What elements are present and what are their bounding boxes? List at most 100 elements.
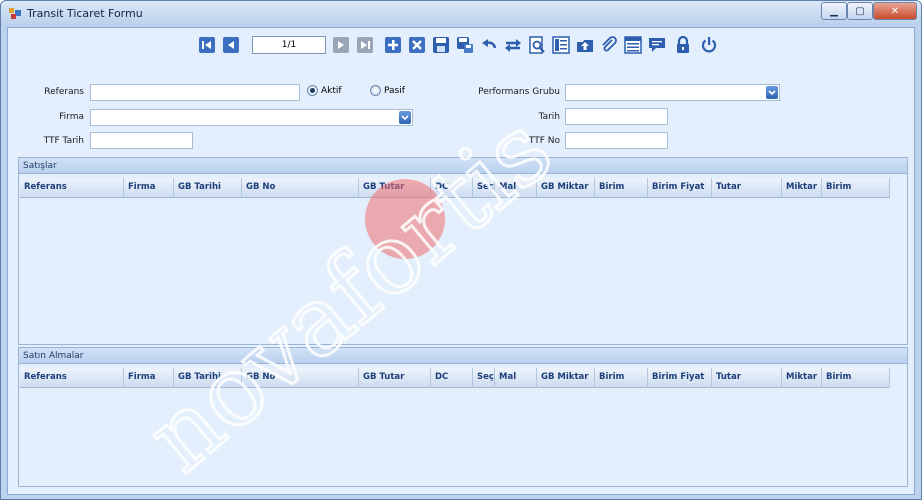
pasif-label: Pasif: [384, 85, 405, 96]
comment-button[interactable]: [648, 36, 666, 54]
satislar-grid-body[interactable]: [20, 199, 906, 343]
satin-almalar-grid-header: Referans Firma GB Tarihi GB No GB Tutar DC Seç…: [20, 368, 890, 388]
performans-dropdown-button[interactable]: [766, 86, 778, 99]
lock-icon: [677, 36, 689, 53]
close-button[interactable]: ✕: [873, 2, 917, 20]
column-header[interactable]: Miktar: [782, 368, 822, 388]
radio-selected-icon: [307, 85, 318, 96]
attach-icon: [602, 36, 617, 52]
maximize-button[interactable]: ▢: [847, 2, 873, 20]
column-header[interactable]: GB No: [242, 368, 359, 388]
column-header[interactable]: GB Miktar: [537, 178, 595, 198]
form-client-area: 1/1 Referans Aktif Pasif Firma TTF Tarih…: [7, 27, 915, 495]
radio-unselected-icon: [370, 85, 381, 96]
ttf-no-label: TTF No: [528, 136, 560, 146]
next-record-button[interactable]: [332, 36, 350, 54]
last-record-button[interactable]: [356, 36, 374, 54]
column-header[interactable]: Miktar: [782, 178, 822, 198]
first-record-button[interactable]: [198, 36, 216, 54]
save-as-button[interactable]: [456, 36, 474, 54]
ttf-tarih-input[interactable]: [90, 132, 193, 149]
column-header[interactable]: GB No: [242, 178, 359, 198]
save-button[interactable]: [432, 36, 450, 54]
column-header[interactable]: GB Tutar: [359, 368, 431, 388]
table-icon: [624, 36, 642, 54]
firma-dropdown-button[interactable]: [399, 111, 411, 124]
column-header[interactable]: Birim: [822, 178, 890, 198]
column-header[interactable]: DC: [431, 178, 473, 198]
tarih-label: Tarih: [538, 112, 560, 122]
satislar-header: Satışlar: [19, 158, 907, 174]
lock-button[interactable]: [674, 36, 692, 54]
preview-button[interactable]: [528, 36, 546, 54]
refresh-button[interactable]: [504, 36, 522, 54]
column-header[interactable]: Tutar: [712, 178, 782, 198]
satin-almalar-header: Satın Almalar: [19, 348, 907, 364]
firma-label: Firma: [59, 112, 84, 122]
satislar-panel: Satışlar Referans Firma GB Tarihi GB No GB T…: [18, 157, 908, 345]
column-header[interactable]: Birim Fiyat: [648, 178, 712, 198]
chevron-down-icon: [768, 89, 776, 95]
aktif-label: Aktif: [321, 85, 342, 96]
delete-button[interactable]: [408, 36, 426, 54]
maximize-icon: ▢: [855, 5, 865, 17]
column-header[interactable]: Birim: [822, 368, 890, 388]
chevron-down-icon: [401, 114, 409, 120]
first-icon: [199, 37, 215, 53]
column-header[interactable]: Firma: [124, 178, 174, 198]
performans-grubu-combobox[interactable]: [565, 84, 780, 101]
satin-almalar-grid-body[interactable]: [20, 389, 906, 485]
prev-record-button[interactable]: [222, 36, 240, 54]
column-header[interactable]: GB Miktar: [537, 368, 595, 388]
next-icon: [333, 37, 349, 53]
satin-almalar-panel: Satın Almalar Referans Firma GB Tarihi GB N…: [18, 347, 908, 487]
column-header[interactable]: Birim Fiyat: [648, 368, 712, 388]
column-header[interactable]: Referans: [20, 178, 124, 198]
upload-folder-button[interactable]: [576, 36, 594, 54]
delete-icon: [409, 37, 425, 53]
save-icon: [433, 37, 449, 53]
column-header[interactable]: GB Tarihi: [174, 178, 242, 198]
referans-label: Referans: [44, 87, 84, 97]
save-as-icon: [457, 37, 473, 53]
minimize-icon: ▁: [830, 5, 838, 17]
satislar-grid-header: Referans Firma GB Tarihi GB No GB Tutar DC Seç…: [20, 178, 890, 198]
attach-button[interactable]: [600, 36, 618, 54]
add-button[interactable]: [384, 36, 402, 54]
pasif-radio[interactable]: Pasif: [370, 85, 405, 96]
comment-icon: [649, 38, 665, 52]
column-header[interactable]: Birim: [595, 178, 648, 198]
application-window: Transit Ticaret Formu ▁ ▢ ✕ 1/1 Referans…: [0, 0, 922, 500]
column-header[interactable]: DC: [431, 368, 473, 388]
column-header[interactable]: Referans: [20, 368, 124, 388]
list-icon: [552, 36, 570, 54]
add-icon: [385, 37, 401, 53]
aktif-radio[interactable]: Aktif: [307, 85, 342, 96]
column-header[interactable]: Firma: [124, 368, 174, 388]
power-button[interactable]: [700, 36, 718, 54]
title-bar: Transit Ticaret Formu ▁ ▢ ✕: [1, 1, 921, 27]
list-button[interactable]: [552, 36, 570, 54]
refresh-icon: [505, 39, 521, 52]
record-pager[interactable]: 1/1: [252, 36, 326, 54]
window-title: Transit Ticaret Formu: [27, 7, 143, 20]
preview-icon: [529, 36, 545, 54]
ttf-no-input[interactable]: [565, 132, 668, 149]
column-header[interactable]: GB Tarihi: [174, 368, 242, 388]
column-header[interactable]: Seç: [473, 178, 495, 198]
minimize-button[interactable]: ▁: [821, 2, 847, 20]
undo-button[interactable]: [480, 36, 498, 54]
column-header[interactable]: Mal: [495, 178, 537, 198]
close-icon: ✕: [890, 5, 900, 17]
referans-input[interactable]: [90, 84, 300, 101]
ttf-tarih-label: TTF Tarih: [43, 136, 84, 146]
firma-combobox[interactable]: [90, 109, 413, 126]
column-header[interactable]: Birim: [595, 368, 648, 388]
tarih-input[interactable]: [565, 108, 668, 125]
column-header[interactable]: Seç: [473, 368, 495, 388]
column-header[interactable]: Tutar: [712, 368, 782, 388]
table-button[interactable]: [624, 36, 642, 54]
column-header[interactable]: Mal: [495, 368, 537, 388]
column-header[interactable]: GB Tutar: [359, 178, 431, 198]
app-icon: [9, 8, 21, 19]
